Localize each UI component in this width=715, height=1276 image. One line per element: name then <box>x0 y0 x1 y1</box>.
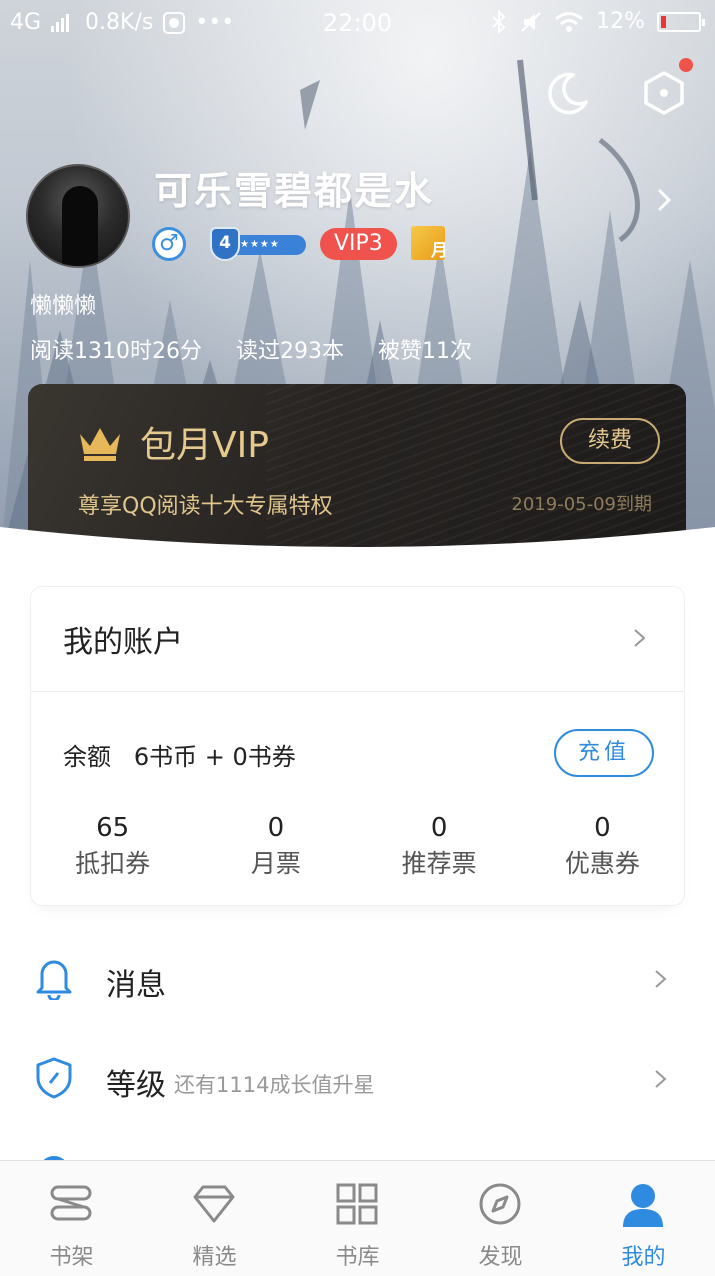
ticket-recommend[interactable]: 0 推荐票 <box>358 811 521 883</box>
chevron-right-icon <box>655 970 667 988</box>
tab-featured[interactable]: 精选 <box>143 1161 286 1276</box>
level-badge[interactable]: ★★★★ 4 <box>198 227 308 261</box>
bottom-tab-bar: 书架 精选 书库 发现 我的 <box>0 1160 715 1276</box>
wifi-icon <box>555 11 584 32</box>
signature: 懒懒懒 <box>30 294 97 319</box>
battery-percent: 12% <box>596 9 645 34</box>
reading-time: 阅读1310时26分 <box>30 339 202 364</box>
tab-label: 精选 <box>192 1245 237 1270</box>
male-icon: ♂ <box>152 227 186 261</box>
books-read: 读过293本 <box>235 339 344 364</box>
bell-icon <box>36 960 72 1000</box>
tab-library[interactable]: 书库 <box>286 1161 429 1276</box>
menu-label: 消息 <box>106 968 166 1003</box>
vip-expiry: 2019-05-09到期 <box>511 494 652 515</box>
menu-sublabel: 还有1114成长值升星 <box>174 1073 375 1097</box>
ticket-deduction[interactable]: 65 抵扣券 <box>31 811 194 883</box>
ticket-label: 优惠券 <box>564 849 640 878</box>
settings-button[interactable] <box>641 58 693 116</box>
ticket-value: 0 <box>267 813 285 843</box>
ticket-value: 0 <box>430 813 448 843</box>
bluetooth-icon <box>492 9 506 34</box>
crown-icon <box>80 428 120 461</box>
ticket-monthly[interactable]: 0 月票 <box>194 811 357 883</box>
ticket-value: 65 <box>96 813 130 843</box>
reading-stats: 阅读1310时26分 读过293本 被赞11次 <box>30 333 472 365</box>
grid-icon <box>336 1183 378 1225</box>
menu-item-messages[interactable]: 消息 <box>0 934 715 1024</box>
avatar[interactable] <box>26 164 130 268</box>
tab-label: 书架 <box>49 1245 94 1270</box>
ticket-label: 抵扣券 <box>75 849 151 878</box>
header-curve <box>0 527 715 560</box>
chevron-right-icon <box>655 1070 667 1088</box>
profile-header: 4G 0.8K/s ••• 22:00 12% 可乐雪碧都是水 ♂ ★★★★ 4… <box>0 0 715 560</box>
renew-button[interactable]: 续费 <box>560 418 660 464</box>
battery-icon <box>657 11 705 32</box>
tab-me[interactable]: 我的 <box>572 1161 715 1276</box>
account-title[interactable]: 我的账户 <box>63 617 183 661</box>
moon-icon <box>548 72 588 115</box>
username[interactable]: 可乐雪碧都是水 <box>154 160 434 215</box>
shield-icon <box>36 1057 72 1099</box>
vip-description: 尊享QQ阅读十大专属特权 <box>78 494 333 519</box>
mute-icon <box>521 11 541 32</box>
ticket-label: 月票 <box>250 849 301 878</box>
tab-bookshelf[interactable]: 书架 <box>0 1161 143 1276</box>
account-card: 我的账户 余额 6书币 + 0书券 充值 65 抵扣券 0 月票 0 推荐票 0… <box>30 586 685 906</box>
notification-dot <box>679 58 693 72</box>
divider <box>31 691 684 692</box>
tab-label: 发现 <box>478 1245 523 1270</box>
chevron-right-icon[interactable] <box>653 186 675 214</box>
recharge-button[interactable]: 充值 <box>554 729 654 777</box>
balance-text: 余额 6书币 + 0书券 <box>63 743 296 771</box>
monthly-badge[interactable]: 月 <box>409 226 449 262</box>
ticket-value: 0 <box>594 813 611 843</box>
chevron-right-icon[interactable] <box>632 627 648 649</box>
compass-icon <box>479 1183 521 1225</box>
vip-title: 包月VIP <box>140 425 269 466</box>
likes-count: 被赞11次 <box>377 339 472 364</box>
hexagon-settings-icon <box>644 71 684 115</box>
diamond-icon <box>193 1185 235 1223</box>
badge-row: ♂ ★★★★ 4 VIP3 月 <box>152 226 449 262</box>
bookshelf-icon <box>50 1185 92 1221</box>
menu-item-level[interactable]: 等级 还有1114成长值升星 <box>0 1034 715 1124</box>
level-number: 4 <box>210 227 240 261</box>
ticket-row: 65 抵扣券 0 月票 0 推荐票 0 优惠券 <box>31 811 684 883</box>
monthly-badge-label: 月 <box>430 241 448 261</box>
menu-label: 等级 <box>106 1068 166 1103</box>
night-mode-button[interactable] <box>545 70 591 116</box>
vip-level-badge[interactable]: VIP3 <box>320 228 397 260</box>
tab-label: 我的 <box>621 1245 666 1270</box>
status-bar: 4G 0.8K/s ••• 22:00 12% <box>0 0 715 46</box>
tab-discover[interactable]: 发现 <box>429 1161 572 1276</box>
tab-label: 书库 <box>335 1245 380 1270</box>
ticket-label: 推荐票 <box>401 849 477 878</box>
ticket-coupon[interactable]: 0 优惠券 <box>521 811 684 883</box>
person-icon <box>623 1184 663 1227</box>
